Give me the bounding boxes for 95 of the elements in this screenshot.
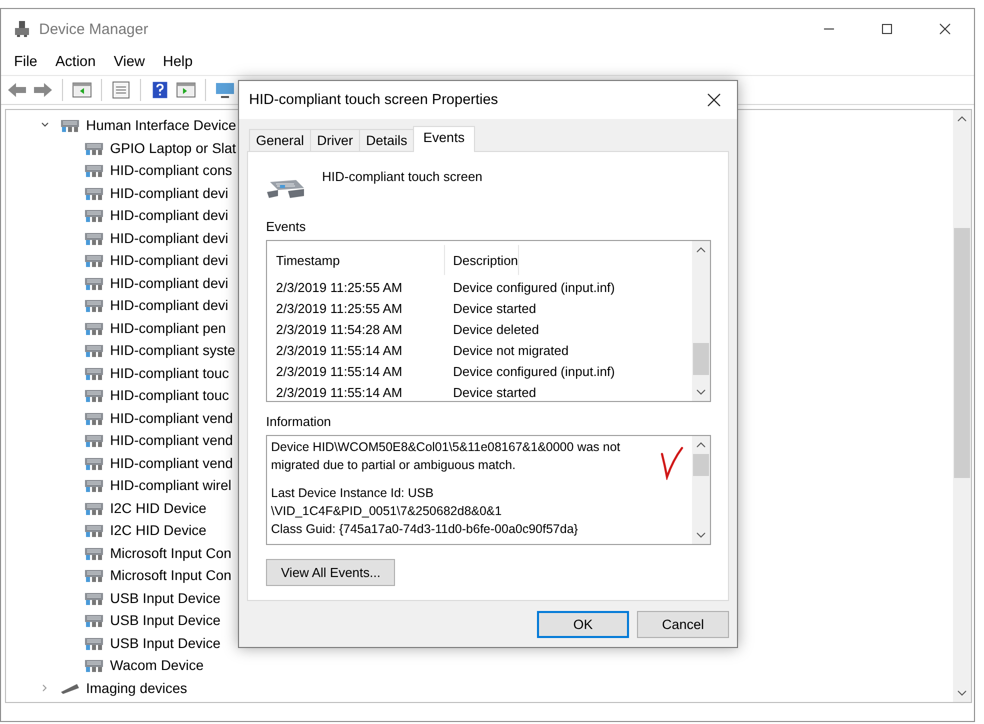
- scroll-down-icon[interactable]: [957, 690, 967, 696]
- information-line: Class Guid: {745a17a0-74d3-11d0-b6fe-00a0c90f57da}: [271, 521, 579, 538]
- tree-item[interactable]: HID-compliant devi: [110, 252, 228, 268]
- table-cell-text: 2/3/2019 11:25:55 AM: [276, 280, 404, 296]
- forward-arrow-icon[interactable]: [33, 81, 53, 99]
- device-manager-icon: [13, 20, 31, 38]
- scroll-down-icon[interactable]: [696, 389, 706, 396]
- tree-item[interactable]: Microsoft Input Con: [110, 567, 232, 584]
- scroll-up-icon[interactable]: [957, 116, 967, 122]
- hid-device-icon: [84, 657, 104, 674]
- tree-item[interactable]: HID-compliant devi: [110, 207, 228, 224]
- table-cell-text: 2/3/2019 11:55:14 AM: [276, 385, 404, 400]
- hid-device-icon: [84, 252, 104, 268]
- console-tree-icon[interactable]: [72, 81, 92, 99]
- tree-item[interactable]: HID-compliant devi: [110, 274, 228, 291]
- information-line: migrated due to partial or ambiguous match.: [271, 457, 517, 474]
- action-pane-icon[interactable]: [176, 81, 196, 99]
- hid-device-icon: [60, 117, 80, 134]
- hid-device-icon: [84, 522, 104, 538]
- menu-item[interactable]: View: [104, 52, 154, 72]
- maximize-icon: [881, 23, 893, 35]
- scroll-down-icon[interactable]: [696, 532, 706, 538]
- tree-item[interactable]: USB Input Device: [110, 590, 220, 606]
- hid-device-icon: [84, 387, 104, 404]
- properties-icon[interactable]: [111, 81, 131, 99]
- close-icon: [707, 93, 721, 107]
- tree-item[interactable]: I2C HID Device: [110, 500, 206, 516]
- section-label: Information: [266, 414, 332, 430]
- close-icon: [939, 23, 951, 35]
- table-cell-text: Device not migrated: [452, 343, 569, 358]
- tree-item[interactable]: GPIO Laptop or Slat: [110, 140, 236, 156]
- scroll-thumb[interactable]: [693, 343, 709, 376]
- tree-item[interactable]: HID-compliant syste: [110, 342, 236, 358]
- hid-device-icon: [84, 342, 104, 358]
- scrollbar[interactable]: [692, 436, 710, 544]
- tree-item[interactable]: HID-compliant devi: [110, 184, 228, 201]
- scroll-thumb[interactable]: [693, 454, 709, 476]
- device-name: HID-compliant touch screen: [322, 169, 482, 184]
- information-line: Last Device Instance Id: USB: [271, 485, 435, 502]
- table-cell-text: Device configured (input.inf): [452, 280, 615, 296]
- information-line: \VID_1C4F&PID_0051\7&250682d8&0&1: [271, 503, 503, 520]
- table-cell-text: 2/3/2019 11:25:55 AM: [276, 301, 404, 316]
- tree-item[interactable]: HID-compliant vend: [110, 454, 233, 471]
- scroll-thumb[interactable]: [954, 228, 970, 478]
- tree-item[interactable]: USB Input Device: [110, 634, 220, 651]
- menu-item[interactable]: Action: [46, 52, 105, 72]
- table-cell-text: 2/3/2019 11:55:14 AM: [276, 343, 404, 358]
- tree-item[interactable]: HID-compliant touc: [110, 364, 230, 381]
- scrollbar[interactable]: [953, 110, 971, 702]
- table-cell-text: Device deleted: [452, 322, 539, 338]
- table-cell-text: 2/3/2019 11:55:14 AM: [276, 364, 404, 380]
- hid-device-icon: [84, 567, 104, 584]
- section-label: Events: [266, 219, 307, 234]
- cancel-button[interactable]: Cancel: [637, 611, 729, 638]
- information-line: Device HID\WCOM50E8&Col01\5&11e08167&1&0000 was not: [271, 439, 622, 456]
- tree-item[interactable]: Microsoft Input Con: [110, 544, 232, 561]
- menu-item[interactable]: File: [5, 52, 46, 72]
- hid-device-icon: [84, 297, 104, 314]
- dialog-title: HID-compliant touch screen Properties: [249, 92, 500, 108]
- tree-item[interactable]: HID-compliant devi: [110, 297, 228, 314]
- hid-device-icon: [84, 162, 104, 178]
- scroll-up-icon[interactable]: [696, 442, 706, 448]
- tree-item[interactable]: HID-compliant touc: [110, 387, 230, 404]
- tree-item[interactable]: Human Interface Device: [86, 117, 236, 134]
- back-arrow-icon[interactable]: [7, 81, 27, 99]
- window-title: Device Manager: [39, 20, 148, 38]
- hid-device-icon: [84, 207, 104, 224]
- tree-item[interactable]: HID-compliant wirel: [110, 477, 232, 494]
- tab[interactable]: Events: [413, 126, 475, 152]
- menu-item[interactable]: Help: [154, 52, 202, 72]
- scroll-up-icon[interactable]: [696, 247, 706, 254]
- view-all-events-button[interactable]: View All Events...: [266, 559, 396, 586]
- tree-item[interactable]: USB Input Device: [110, 612, 220, 628]
- table-cell-text: Device started: [452, 301, 536, 316]
- ok-button[interactable]: OK: [537, 611, 629, 638]
- column-header[interactable]: Timestamp: [276, 245, 445, 276]
- hid-device-icon: [84, 477, 104, 494]
- table-cell-text: Device started: [452, 385, 536, 400]
- help-icon[interactable]: [150, 81, 170, 99]
- handwritten-check-mark: [660, 446, 684, 480]
- tree-item[interactable]: I2C HID Device: [110, 522, 206, 538]
- tree-item[interactable]: HID-compliant devi: [110, 230, 228, 246]
- hid-device-icon: [84, 612, 104, 628]
- tree-item[interactable]: HID-compliant cons: [110, 162, 232, 178]
- tree-item[interactable]: Imaging devices: [86, 680, 188, 696]
- tree-item[interactable]: HID-compliant pen: [110, 320, 226, 336]
- hid-device-icon: [84, 432, 104, 448]
- table-cell-text: 2/3/2019 11:54:28 AM: [276, 322, 404, 338]
- table-cell-text: Device configured (input.inf): [452, 364, 615, 380]
- tree-item[interactable]: Wacom Device: [110, 657, 204, 674]
- tree-item[interactable]: HID-compliant vend: [110, 410, 233, 426]
- scrollbar[interactable]: [692, 241, 710, 402]
- column-header[interactable]: Description: [445, 245, 520, 276]
- tab[interactable]: General: [249, 129, 312, 151]
- tree-item[interactable]: HID-compliant vend: [110, 432, 233, 448]
